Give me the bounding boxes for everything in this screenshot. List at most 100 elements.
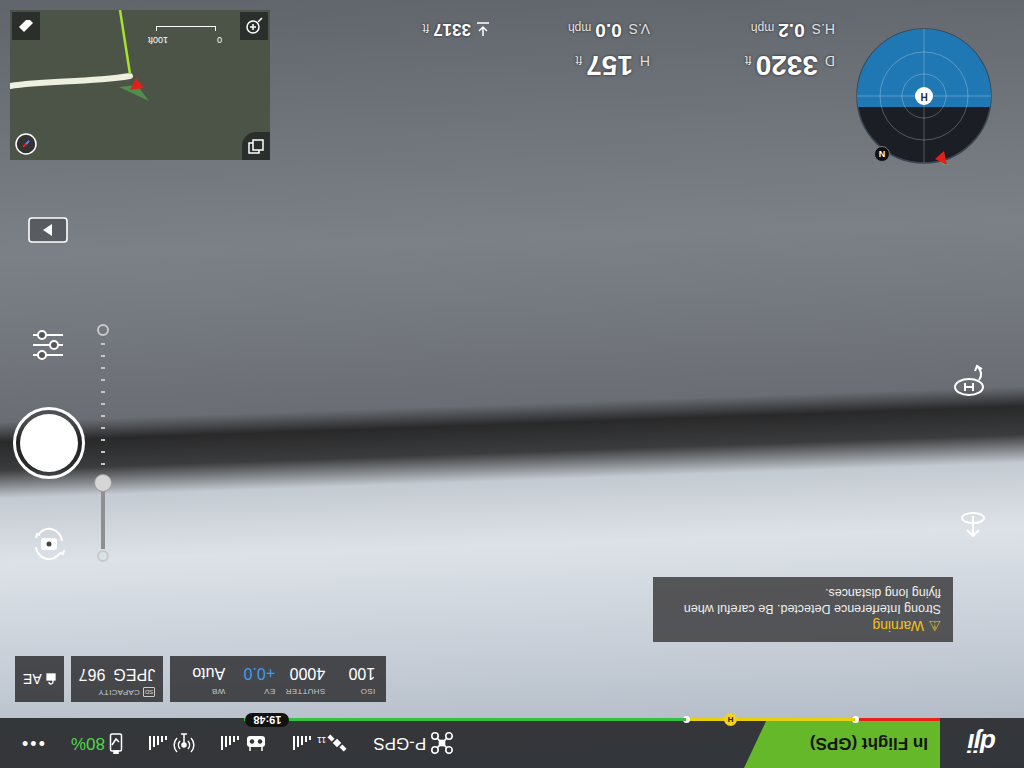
mini-map[interactable]: 0 100ft bbox=[10, 10, 270, 160]
status-bar: dji In Flight (GPS) P-GPS 11 80% ••• bbox=[0, 718, 1024, 768]
storage-capacity[interactable]: SDCAPACITYJPEG967 bbox=[71, 656, 164, 702]
telemetry-unit: mph bbox=[568, 19, 591, 37]
video-signal[interactable] bbox=[149, 732, 195, 754]
signal-bar bbox=[293, 736, 295, 750]
setting-label: SHUTTER bbox=[281, 685, 325, 697]
compass-icon[interactable] bbox=[12, 130, 40, 158]
flight-mode[interactable]: P-GPS bbox=[373, 730, 454, 756]
flight-path-map bbox=[10, 10, 270, 160]
scale-bar bbox=[156, 27, 216, 32]
battery-percent: 80% bbox=[71, 730, 105, 756]
telemetry-value: 3320 bbox=[756, 44, 818, 86]
signal-bar bbox=[305, 736, 307, 743]
slider-track[interactable] bbox=[101, 337, 105, 549]
telemetry-item: D3320ft bbox=[650, 44, 835, 86]
camera-mode-switch-icon[interactable] bbox=[28, 523, 70, 565]
telemetry-value: 0.0 bbox=[595, 16, 621, 45]
capacity-header: SDCAPACITY bbox=[79, 686, 156, 698]
zoom-slider[interactable] bbox=[94, 324, 112, 562]
camera-settings-icon[interactable] bbox=[30, 328, 66, 362]
remote-controller-icon bbox=[245, 734, 267, 752]
remote-signal[interactable] bbox=[221, 734, 267, 752]
flight-status-text: In Flight (GPS) bbox=[810, 730, 928, 756]
warning-title: ⚠Warning bbox=[665, 617, 941, 635]
telemetry-label: H bbox=[640, 50, 650, 71]
timeline-segment bbox=[855, 718, 940, 721]
setting-cell[interactable]: WBAuto bbox=[178, 661, 228, 697]
flight-status: In Flight (GPS) bbox=[744, 718, 940, 768]
signal-bar bbox=[149, 736, 151, 750]
signal-bars bbox=[293, 736, 311, 750]
signal-bar bbox=[161, 736, 163, 743]
warning-message: Strong Interference Detected. Be careful… bbox=[665, 585, 941, 617]
scale-labels: 0 100ft bbox=[148, 33, 222, 47]
antenna-icon bbox=[173, 732, 195, 754]
sd-card-icon: SD bbox=[143, 687, 155, 697]
warning-title-text: Warning bbox=[872, 617, 924, 635]
zoom-icon[interactable] bbox=[240, 12, 268, 40]
dji-logo[interactable]: dji bbox=[940, 718, 1024, 768]
eraser-icon[interactable] bbox=[12, 12, 40, 40]
signal-bar bbox=[221, 736, 223, 750]
warning-icon: ⚠ bbox=[928, 617, 941, 635]
signal-bar bbox=[309, 736, 311, 740]
capacity-values: JPEG967 bbox=[79, 662, 156, 686]
takeoff-icon[interactable] bbox=[958, 510, 988, 540]
signal-bar bbox=[153, 736, 155, 748]
battery-timeline: H19:48 bbox=[0, 718, 940, 721]
setting-cell[interactable]: SHUTTER4000 bbox=[278, 661, 328, 697]
slider-knob[interactable] bbox=[94, 474, 112, 492]
exposure-settings[interactable]: ISO100SHUTTER4000EV+0.0WBAuto bbox=[170, 656, 386, 702]
setting-label: WB bbox=[181, 685, 225, 697]
ae-lock-button[interactable]: AE bbox=[15, 656, 64, 702]
capacity-label: CAPACITY bbox=[98, 686, 140, 698]
expand-map-icon[interactable] bbox=[242, 132, 270, 160]
satellite-icon bbox=[327, 733, 347, 753]
telemetry-label: D bbox=[825, 50, 835, 71]
return-home-icon[interactable] bbox=[951, 362, 993, 400]
signal-bar bbox=[157, 736, 159, 745]
telemetry-value: 0.2 bbox=[778, 16, 804, 45]
signal-bars bbox=[149, 736, 167, 750]
setting-value: 100 bbox=[331, 661, 375, 685]
telemetry-row: D3320ftH157ft bbox=[423, 44, 836, 86]
battery-status[interactable]: 80% bbox=[71, 730, 123, 756]
scale-start: 0 bbox=[217, 33, 222, 47]
gps-status[interactable]: 11 bbox=[293, 733, 347, 753]
signal-bar bbox=[225, 736, 227, 748]
shutter-button[interactable] bbox=[13, 407, 85, 479]
telemetry-item: H.S0.2mph bbox=[650, 16, 835, 45]
lock-icon bbox=[46, 673, 56, 685]
timeline-segment bbox=[244, 718, 686, 721]
photo-count: 967 bbox=[79, 662, 106, 686]
signal-bar bbox=[297, 736, 299, 748]
aircraft-icon bbox=[430, 731, 454, 755]
signal-bar bbox=[229, 736, 231, 745]
logo-text: dji bbox=[968, 724, 995, 763]
telemetry-unit: ft bbox=[423, 19, 430, 37]
collapse-button[interactable] bbox=[28, 217, 68, 243]
camera-settings: ISO100SHUTTER4000EV+0.0WBAutoSDCAPACITYJ… bbox=[15, 656, 386, 702]
timeline-segment: H bbox=[686, 718, 855, 721]
telemetry-unit: ft bbox=[575, 51, 582, 69]
more-menu[interactable]: ••• bbox=[20, 730, 45, 757]
telemetry: D3320ftH157ftH.S0.2mphV.S0.0mph3317ft bbox=[423, 16, 836, 87]
setting-cell[interactable]: ISO100 bbox=[328, 661, 378, 697]
setting-label: ISO bbox=[331, 685, 375, 697]
home-point: H bbox=[915, 87, 933, 105]
battery-icon bbox=[109, 732, 123, 754]
slider-end bbox=[97, 324, 109, 336]
timeline-segment-fill bbox=[855, 718, 940, 721]
signal-bar bbox=[165, 736, 167, 740]
telemetry-value: 157 bbox=[586, 44, 633, 86]
telemetry-value: 3317 bbox=[433, 17, 471, 43]
slider-end bbox=[97, 550, 109, 562]
telemetry-row: H.S0.2mphV.S0.0mph3317ft bbox=[423, 16, 836, 45]
north-marker: N bbox=[874, 146, 890, 162]
scale-end: 100ft bbox=[148, 33, 168, 47]
map-scale: 0 100ft bbox=[148, 27, 222, 47]
setting-cell[interactable]: EV+0.0 bbox=[228, 661, 278, 697]
telemetry-unit: mph bbox=[751, 19, 774, 37]
radar-view: HN bbox=[855, 27, 993, 165]
timeline-segment-fill bbox=[686, 718, 855, 721]
